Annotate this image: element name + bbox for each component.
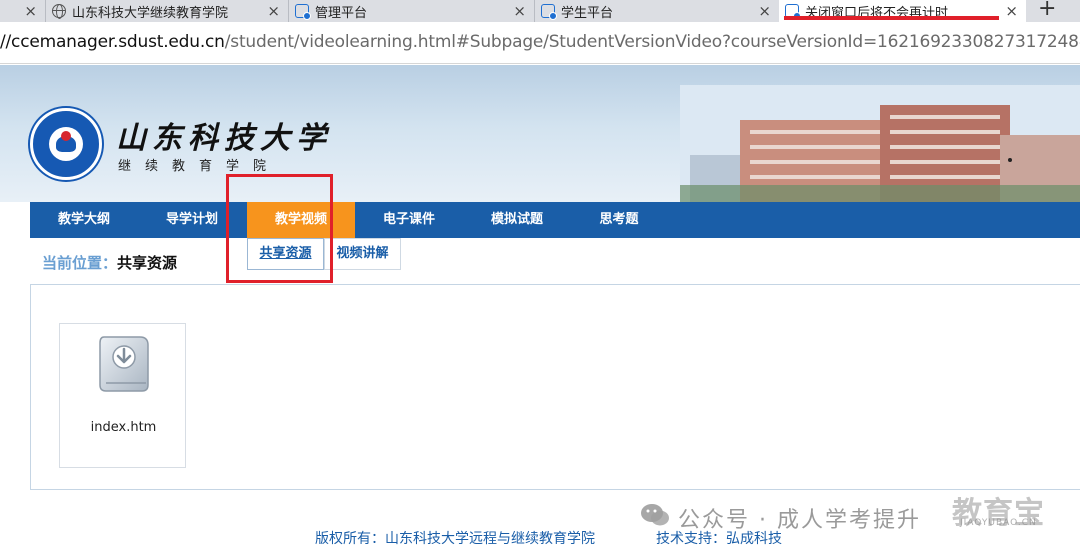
download-file-icon [99, 336, 149, 392]
browser-tab-2[interactable]: 管理平台 × [289, 0, 535, 22]
footer: 版权所有：山东科技大学远程与继续教育学院 技术支持：弘成科技 [0, 526, 1080, 559]
tab-close-icon[interactable]: × [267, 1, 280, 21]
file-name: index.htm [90, 420, 157, 435]
subtab-video-explanation[interactable]: 视频讲解 [324, 238, 401, 270]
university-subtitle: 继续教育学院 [118, 159, 281, 174]
browser-tab-1[interactable]: 山东科技大学继续教育学院 × [46, 0, 289, 22]
globe-icon [52, 4, 66, 19]
url-host: //ccemanager.sdust.edu.cn [0, 32, 225, 52]
university-logo-icon [30, 108, 102, 180]
nav-item-mock-exam[interactable]: 模拟试题 [463, 202, 571, 238]
address-bar[interactable]: //ccemanager.sdust.edu.cn/student/videol… [0, 22, 1080, 64]
tab-close-icon[interactable]: × [758, 1, 771, 21]
nav-item-syllabus[interactable]: 教学大纲 [30, 202, 138, 238]
main-nav: 教学大纲 导学计划 教学视频 电子课件 模拟试题 思考题 [30, 202, 1080, 238]
browser-tab-0[interactable]: × [0, 0, 46, 22]
browser-tab-strip: × 山东科技大学继续教育学院 × 管理平台 × 学生平台 × 关闭窗口后将不会再… [0, 0, 1080, 22]
campus-building-image [680, 85, 1080, 202]
tab-label: 山东科技大学继续教育学院 [72, 5, 229, 21]
tab-close-icon[interactable]: × [1005, 1, 1018, 21]
tab-label: 管理平台 [315, 5, 368, 21]
file-item[interactable]: index.htm [59, 323, 186, 468]
url-text[interactable]: //ccemanager.sdust.edu.cn/student/videol… [0, 32, 1080, 52]
tab-close-icon[interactable]: × [513, 1, 526, 21]
nav-item-courseware[interactable]: 电子课件 [355, 202, 463, 238]
browser-tab-3[interactable]: 学生平台 × [535, 0, 779, 22]
breadcrumb-current: 共享资源 [117, 254, 178, 272]
nav-item-teaching-video[interactable]: 教学视频 [247, 202, 355, 238]
wechat-icon [641, 504, 669, 526]
footer-copyright: 版权所有：山东科技大学远程与继续教育学院 [315, 531, 595, 547]
university-name: 山东科技大学 [116, 121, 332, 156]
breadcrumb: 当前位置：共享资源 [42, 252, 177, 273]
nav-item-study-plan[interactable]: 导学计划 [138, 202, 246, 238]
subtab-shared-resources[interactable]: 共享资源 [247, 238, 324, 270]
nav-item-questions[interactable]: 思考题 [571, 202, 667, 238]
app-icon [541, 4, 557, 20]
breadcrumb-label: 当前位置： [42, 254, 118, 272]
footer-support: 技术支持：弘成科技 [656, 531, 782, 547]
url-path: /student/videolearning.html#Subpage/Stud… [224, 32, 1080, 52]
app-icon [295, 4, 311, 20]
tab-label: 学生平台 [561, 5, 614, 21]
new-tab-plus-icon[interactable]: + [1038, 0, 1056, 21]
site-banner: 山东科技大学 继续教育学院 [0, 65, 1080, 202]
annotation-underline [784, 16, 999, 20]
tab-close-icon[interactable]: × [24, 1, 37, 21]
content-panel [30, 284, 1080, 490]
